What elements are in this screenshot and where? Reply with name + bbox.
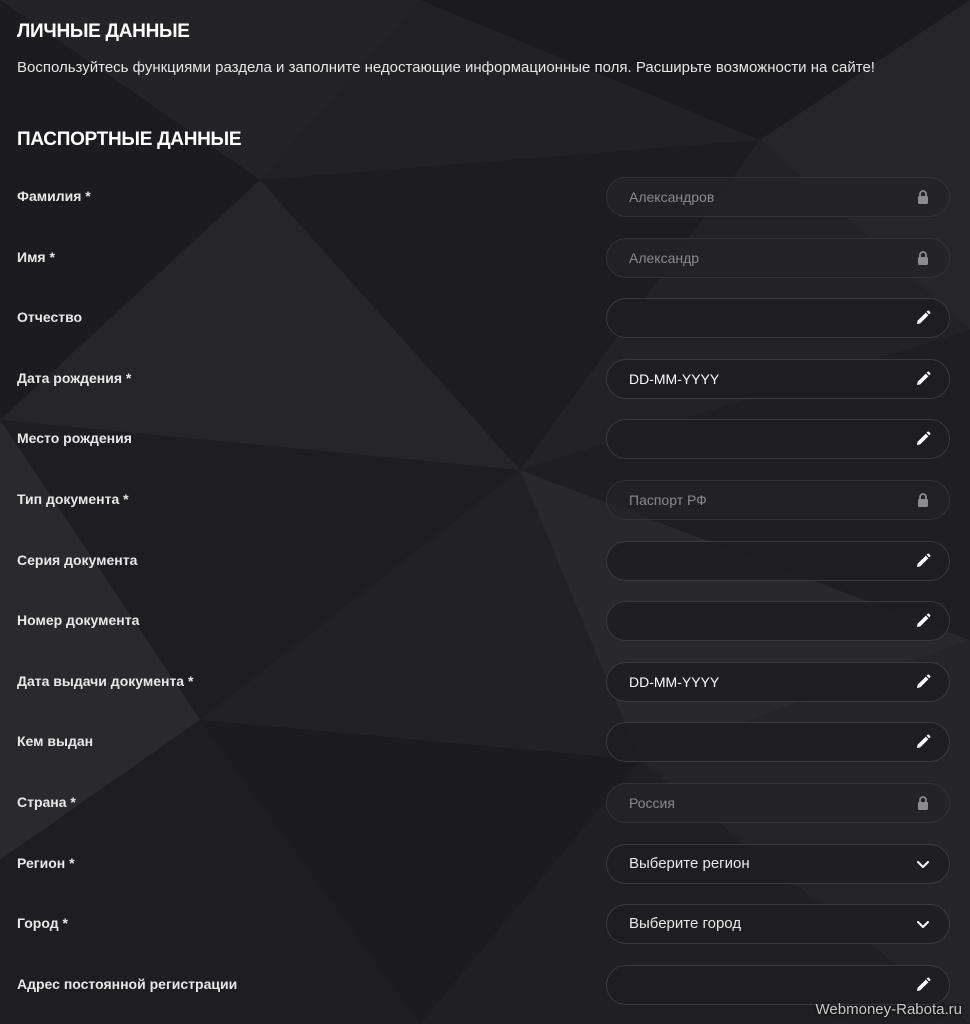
pencil-icon[interactable] <box>915 977 931 993</box>
field-input[interactable] <box>606 965 950 1005</box>
field-input-locked: Россия <box>606 783 950 823</box>
field-input[interactable] <box>606 419 950 459</box>
field-input[interactable] <box>606 601 950 641</box>
form-row: Город * Выберите город <box>0 904 970 944</box>
field-label: Кем выдан <box>17 733 94 749</box>
field-select[interactable]: Выберите регион <box>606 844 950 884</box>
field-label: Город * <box>17 915 68 931</box>
field-input[interactable] <box>606 722 950 762</box>
pencil-icon[interactable] <box>915 734 931 750</box>
field-label: Адрес постоянной регистрации <box>17 976 238 992</box>
form-row: Имя * Александр <box>0 238 970 278</box>
field-value: Александр <box>629 250 700 266</box>
section-title: ПАСПОРТНЫЕ ДАННЫЕ <box>17 129 242 150</box>
watermark: Webmoney-Rabota.ru <box>815 1001 962 1018</box>
form-row: Адрес постоянной регистрации <box>0 965 970 1005</box>
field-input[interactable] <box>606 298 950 338</box>
pencil-icon[interactable] <box>915 613 931 629</box>
field-value: Россия <box>629 795 675 811</box>
pencil-icon[interactable] <box>915 553 931 569</box>
field-input-locked: Александров <box>606 177 950 217</box>
field-label: Тип документа * <box>17 491 129 507</box>
lock-icon <box>915 189 931 205</box>
form-row: Регион * Выберите регион <box>0 844 970 884</box>
form-row: Отчество <box>0 298 970 338</box>
chevron-down-icon[interactable] <box>915 856 931 872</box>
page-description: Воспользуйтесь функциями раздела и запол… <box>17 59 875 76</box>
pencil-icon[interactable] <box>915 310 931 326</box>
form-row: Фамилия * Александров <box>0 177 970 217</box>
form-row: Серия документа <box>0 541 970 581</box>
pencil-icon[interactable] <box>915 674 931 690</box>
field-label: Фамилия * <box>17 188 91 204</box>
lock-icon <box>915 250 931 266</box>
field-input[interactable]: DD-MM-YYYY <box>606 662 950 702</box>
field-label: Серия документа <box>17 552 138 568</box>
form-row: Номер документа <box>0 601 970 641</box>
form-row: Дата выдачи документа * DD-MM-YYYY <box>0 662 970 702</box>
field-label: Дата выдачи документа * <box>17 673 194 689</box>
field-select[interactable]: Выберите город <box>606 904 950 944</box>
field-label: Имя * <box>17 249 55 265</box>
lock-icon <box>915 795 931 811</box>
field-label: Страна * <box>17 794 76 810</box>
field-label: Дата рождения * <box>17 370 132 386</box>
pencil-icon[interactable] <box>915 371 931 387</box>
field-input-locked: Александр <box>606 238 950 278</box>
pencil-icon[interactable] <box>915 431 931 447</box>
field-value: Выберите город <box>629 915 742 932</box>
field-value: DD-MM-YYYY <box>629 371 720 387</box>
field-input[interactable] <box>606 541 950 581</box>
field-input[interactable]: DD-MM-YYYY <box>606 359 950 399</box>
field-label: Отчество <box>17 309 83 325</box>
chevron-down-icon[interactable] <box>915 916 931 932</box>
field-value: Выберите регион <box>629 855 750 872</box>
field-label: Регион * <box>17 855 75 871</box>
field-label: Место рождения <box>17 430 132 446</box>
form-row: Тип документа * Паспорт РФ <box>0 480 970 520</box>
page-title: ЛИЧНЫЕ ДАННЫЕ <box>17 21 190 42</box>
field-input-locked: Паспорт РФ <box>606 480 950 520</box>
field-label: Номер документа <box>17 612 140 628</box>
field-value: Паспорт РФ <box>629 492 707 508</box>
form-row: Место рождения <box>0 419 970 459</box>
field-value: DD-MM-YYYY <box>629 674 720 690</box>
form-row: Дата рождения * DD-MM-YYYY <box>0 359 970 399</box>
form-row: Кем выдан <box>0 722 970 762</box>
field-value: Александров <box>629 189 715 205</box>
form-row: Страна * Россия <box>0 783 970 823</box>
lock-icon <box>915 492 931 508</box>
